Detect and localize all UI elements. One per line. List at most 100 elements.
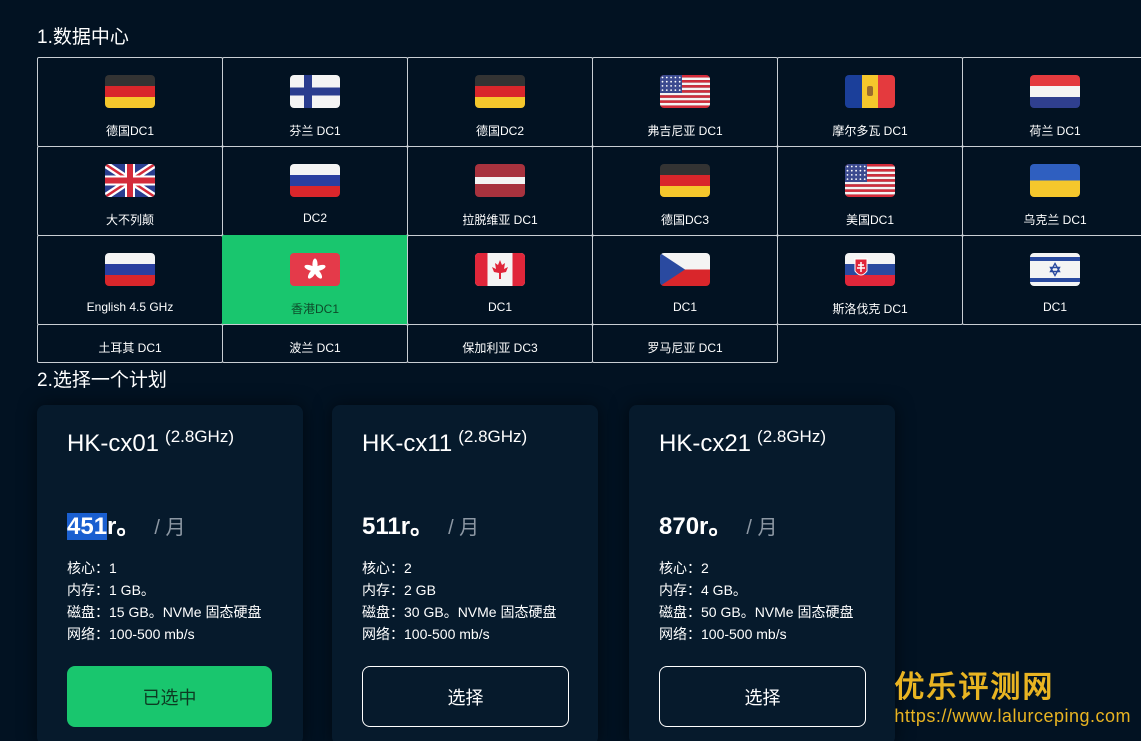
plan-spec: 内存：4 GB。 bbox=[659, 582, 747, 598]
plan-specs: 核心：1 内存：1 GB。 磁盘：15 GB。NVMe 固态硬盘 网络：100-500… bbox=[67, 557, 261, 645]
plan-spec: 核心：1 bbox=[67, 560, 117, 576]
ukraine-flag-icon bbox=[1030, 164, 1080, 197]
netherlands-flag-icon bbox=[1030, 75, 1080, 108]
datacenter-option[interactable]: 香港DC1 bbox=[222, 235, 408, 325]
datacenter-option[interactable]: 乌克兰 DC1 bbox=[962, 146, 1141, 236]
plan-price: 451r。 / 月 bbox=[67, 506, 186, 541]
plan-name: HK-cx21 (2.8GHz) bbox=[659, 427, 826, 458]
plan-spec: 内存：2 GB bbox=[362, 582, 436, 598]
datacenter-label: 弗吉尼亚 DC1 bbox=[647, 124, 723, 138]
canada-flag-icon bbox=[475, 253, 525, 286]
datacenter-option[interactable]: 美国DC1 bbox=[777, 146, 963, 236]
hongkong-flag-icon bbox=[290, 253, 340, 286]
plan-card: HK-cx01 (2.8GHz) 451r。 / 月核心：1 内存：1 GB。 磁盘：15… bbox=[37, 405, 303, 741]
germany-flag-icon bbox=[660, 164, 710, 197]
datacenter-label: 摩尔多瓦 DC1 bbox=[832, 124, 908, 138]
datacenter-option[interactable]: 罗马尼亚 DC1 bbox=[592, 324, 778, 363]
usa-flag-icon bbox=[660, 75, 710, 108]
plan-spec: 核心：2 bbox=[362, 560, 412, 576]
datacenter-option[interactable]: 德国DC2 bbox=[407, 57, 593, 147]
plan-period: / 月 bbox=[746, 517, 778, 539]
datacenter-option[interactable]: 拉脱维亚 DC1 bbox=[407, 146, 593, 236]
plan-spec: 网络：100-500 mb/s bbox=[67, 626, 195, 642]
watermark: 优乐评测网 https://www.lalurceping.com bbox=[894, 662, 1131, 727]
datacenter-label: 拉脱维亚 DC1 bbox=[462, 213, 538, 227]
datacenter-option[interactable]: 弗吉尼亚 DC1 bbox=[592, 57, 778, 147]
datacenter-option[interactable]: English 4.5 GHz bbox=[37, 235, 223, 325]
plan-section-title: 2.选择一个计划 bbox=[37, 370, 167, 391]
russia-flag-icon bbox=[105, 253, 155, 286]
datacenter-label: DC1 bbox=[672, 300, 697, 314]
plan-spec: 网络：100-500 mb/s bbox=[362, 626, 490, 642]
datacenter-label: 罗马尼亚 DC1 bbox=[647, 341, 723, 355]
datacenter-label: 德国DC1 bbox=[105, 124, 154, 138]
datacenter-label: English 4.5 GHz bbox=[86, 300, 174, 314]
datacenter-option[interactable]: DC1 bbox=[962, 235, 1141, 325]
plan-specs: 核心：2 内存：4 GB。磁盘：50 GB。NVMe 固态硬盘 网络：100-500… bbox=[659, 557, 853, 645]
russia-flag-icon bbox=[290, 164, 340, 197]
germany-flag-icon bbox=[105, 75, 155, 108]
datacenter-option[interactable]: DC1 bbox=[407, 235, 593, 325]
datacenter-label: 乌克兰 DC1 bbox=[1023, 213, 1087, 227]
plan-title: HK-cx01 bbox=[67, 430, 160, 457]
germany-flag-icon bbox=[475, 75, 525, 108]
plan-frequency: (2.8GHz) bbox=[757, 427, 826, 446]
plan-title: HK-cx11 bbox=[362, 430, 453, 457]
datacenter-label: 保加利亚 DC3 bbox=[462, 341, 538, 355]
datacenter-label: 德国DC2 bbox=[475, 124, 524, 138]
plan-price-suffix: r。 bbox=[400, 513, 435, 540]
plan-spec: 磁盘：30 GB。NVMe 固态硬盘 bbox=[362, 604, 557, 620]
czech-flag-icon bbox=[660, 253, 710, 286]
datacenter-option[interactable]: 斯洛伐克 DC1 bbox=[777, 235, 963, 325]
select-plan-button[interactable]: 选择 bbox=[659, 666, 866, 727]
plan-spec: 磁盘：50 GB。NVMe 固态硬盘 bbox=[659, 604, 854, 620]
datacenter-label: 波兰 DC1 bbox=[289, 341, 341, 355]
plan-spec: 网络：100-500 mb/s bbox=[659, 626, 787, 642]
datacenter-option[interactable]: 土耳其 DC1 bbox=[37, 324, 223, 363]
plan-title: HK-cx21 bbox=[659, 430, 752, 457]
datacenter-label: DC1 bbox=[487, 300, 512, 314]
datacenter-label: 荷兰 DC1 bbox=[1029, 124, 1081, 138]
plan-frequency: (2.8GHz) bbox=[165, 427, 234, 446]
plan-specs: 核心：2 内存：2 GB 磁盘：30 GB。NVMe 固态硬盘 网络：100-500 … bbox=[362, 557, 556, 645]
datacenter-section-title: 1.数据中心 bbox=[37, 27, 129, 48]
datacenter-option[interactable]: DC2 bbox=[222, 146, 408, 236]
datacenter-option[interactable]: 保加利亚 DC3 bbox=[407, 324, 593, 363]
select-plan-button[interactable]: 选择 bbox=[362, 666, 569, 727]
slovakia-flag-icon bbox=[845, 253, 895, 286]
datacenter-label: DC1 bbox=[1042, 300, 1067, 314]
datacenter-label: DC2 bbox=[302, 211, 327, 225]
datacenter-option[interactable]: 荷兰 DC1 bbox=[962, 57, 1141, 147]
watermark-url: https://www.lalurceping.com bbox=[894, 706, 1131, 726]
plan-price-amount: 870 bbox=[659, 513, 700, 540]
finland-flag-icon bbox=[290, 75, 340, 108]
plan-spec: 内存：1 GB。 bbox=[67, 582, 155, 598]
plan-period: / 月 bbox=[154, 517, 186, 539]
plan-price: 511r。 / 月 bbox=[362, 506, 479, 541]
latvia-flag-icon bbox=[475, 164, 525, 197]
plan-price-amount: 451 bbox=[67, 513, 108, 540]
datacenter-option[interactable]: DC1 bbox=[592, 235, 778, 325]
datacenter-label: 美国DC1 bbox=[845, 213, 894, 227]
datacenter-label: 土耳其 DC1 bbox=[98, 341, 162, 355]
datacenter-label: 德国DC3 bbox=[660, 213, 709, 227]
plan-price: 870r。 / 月 bbox=[659, 506, 778, 541]
datacenter-option[interactable]: 波兰 DC1 bbox=[222, 324, 408, 363]
plan-spec: 核心：2 bbox=[659, 560, 709, 576]
watermark-brand: 优乐评测网 bbox=[894, 671, 1055, 704]
plan-period: / 月 bbox=[448, 517, 480, 539]
datacenter-option[interactable]: 大不列颠 bbox=[37, 146, 223, 236]
usa-flag-icon bbox=[845, 164, 895, 197]
datacenter-option[interactable]: 德国DC3 bbox=[592, 146, 778, 236]
selected-plan-button[interactable]: 已选中 bbox=[67, 666, 272, 727]
datacenter-label: 芬兰 DC1 bbox=[289, 124, 341, 138]
plan-price-suffix: r。 bbox=[699, 513, 733, 540]
datacenter-option[interactable]: 德国DC1 bbox=[37, 57, 223, 147]
datacenter-option[interactable]: 芬兰 DC1 bbox=[222, 57, 408, 147]
plan-frequency: (2.8GHz) bbox=[458, 427, 528, 446]
moldova-flag-icon bbox=[845, 75, 895, 108]
israel-flag-icon bbox=[1030, 253, 1080, 286]
plan-name: HK-cx11 (2.8GHz) bbox=[362, 427, 527, 458]
datacenter-option[interactable]: 摩尔多瓦 DC1 bbox=[777, 57, 963, 147]
plan-card: HK-cx11 (2.8GHz) 511r。 / 月核心：2 内存：2 GB 磁盘：30 … bbox=[332, 405, 598, 741]
